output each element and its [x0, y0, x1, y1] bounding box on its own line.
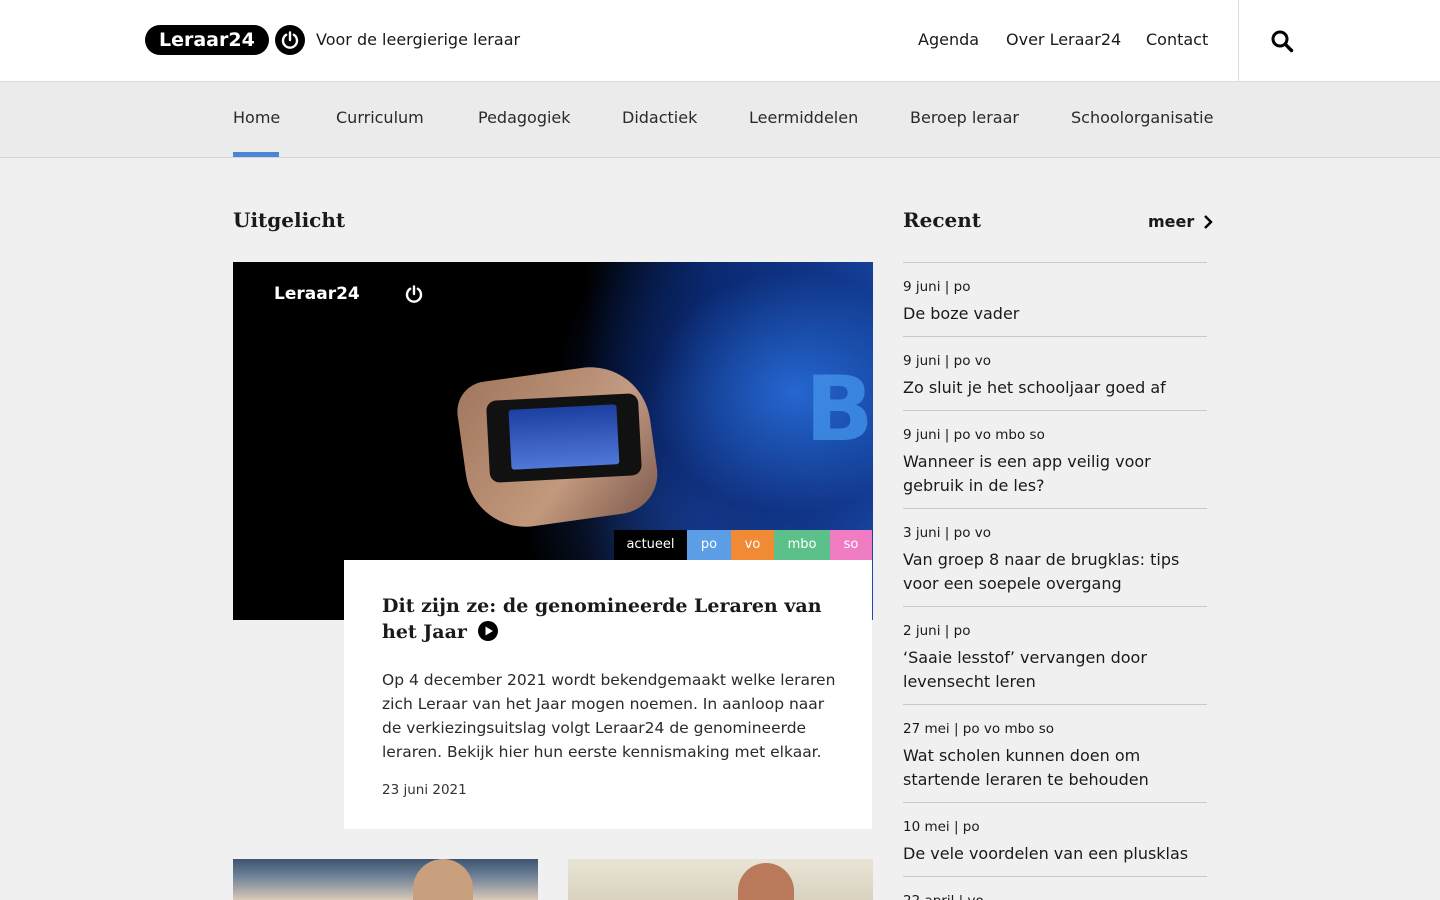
- recent-item-meta: 9 juni | po vo mbo so: [903, 427, 1045, 443]
- search-button[interactable]: [1238, 0, 1324, 82]
- site-logo[interactable]: Leraar24: [145, 25, 305, 55]
- main-nav: Home Curriculum Pedagogiek Didactiek Lee…: [0, 82, 1440, 158]
- recent-list: 9 juni | po De boze vader 9 juni | po vo…: [903, 262, 1207, 900]
- tag-mbo[interactable]: mbo: [774, 530, 830, 560]
- power-icon: [405, 285, 422, 303]
- featured-title[interactable]: Dit zijn ze: de genomineerde Leraren van…: [382, 593, 832, 645]
- article-thumbnail[interactable]: [568, 859, 873, 900]
- recent-item-meta: 10 mei | po: [903, 819, 980, 835]
- nav-beroep-leraar[interactable]: Beroep leraar: [910, 108, 1019, 127]
- recent-item[interactable]: 2 juni | po ‘Saaie lesstof’ vervangen do…: [903, 606, 1207, 704]
- topnav-agenda[interactable]: Agenda: [918, 30, 979, 49]
- recent-item[interactable]: 9 juni | po De boze vader: [903, 262, 1207, 336]
- recent-item-title[interactable]: Van groep 8 naar de brugklas: tips voor …: [903, 548, 1207, 596]
- featured-body: Op 4 december 2021 wordt bekendgemaakt w…: [382, 671, 836, 761]
- recent-item[interactable]: 10 mei | po De vele voordelen van een pl…: [903, 802, 1207, 876]
- more-label: meer: [1148, 212, 1195, 231]
- chevron-right-icon: [1204, 214, 1213, 229]
- hero-phone: [485, 393, 643, 483]
- recent-item-title[interactable]: De boze vader: [903, 302, 1207, 326]
- recent-item[interactable]: 27 mei | po vo mbo so Wat scholen kunnen…: [903, 704, 1207, 802]
- tag-po[interactable]: po: [687, 530, 731, 560]
- search-icon: [1271, 30, 1293, 53]
- recent-item[interactable]: 9 juni | po vo mbo so Wanneer is een app…: [903, 410, 1207, 508]
- nav-pedagogiek[interactable]: Pedagogiek: [478, 108, 571, 127]
- article-thumbnail[interactable]: [233, 859, 538, 900]
- recent-item-title[interactable]: Wanneer is een app veilig voor gebruik i…: [903, 450, 1207, 498]
- more-link[interactable]: meer: [1148, 212, 1216, 231]
- site-tagline: Voor de leergierige leraar: [316, 30, 521, 49]
- hero-phone-screen: [508, 404, 620, 470]
- recent-item[interactable]: 22 april | vo: [903, 876, 1207, 900]
- recent-item-meta: 9 juni | po vo: [903, 353, 991, 369]
- nav-home[interactable]: Home: [233, 108, 280, 127]
- topnav-over[interactable]: Over Leraar24: [1006, 30, 1121, 49]
- hero-decoration: B: [805, 357, 873, 462]
- featured-tags: actueel po vo mbo so: [614, 530, 872, 560]
- play-circle-icon: [477, 621, 498, 641]
- logo-text: Leraar24: [145, 25, 269, 55]
- featured-date: 23 juni 2021: [382, 782, 467, 798]
- recent-item-meta: 27 mei | po vo mbo so: [903, 721, 1055, 737]
- power-icon: [274, 25, 305, 55]
- recent-item-title[interactable]: Wat scholen kunnen doen om startende ler…: [903, 744, 1207, 792]
- recent-item[interactable]: 9 juni | po vo Zo sluit je het schooljaa…: [903, 336, 1207, 410]
- recent-item-title[interactable]: ‘Saaie lesstof’ vervangen door levensech…: [903, 646, 1207, 694]
- thumbnail-figure: [413, 859, 473, 900]
- topnav-contact[interactable]: Contact: [1146, 30, 1208, 49]
- featured-heading: Uitgelicht: [233, 208, 346, 232]
- nav-didactiek[interactable]: Didactiek: [622, 108, 697, 127]
- tag-so[interactable]: so: [830, 530, 872, 560]
- recent-item-title[interactable]: De vele voordelen van een plusklas: [903, 842, 1207, 866]
- recent-item-title[interactable]: Zo sluit je het schooljaar goed af: [903, 376, 1207, 400]
- nav-leermiddelen[interactable]: Leermiddelen: [749, 108, 858, 127]
- nav-curriculum[interactable]: Curriculum: [336, 108, 424, 127]
- thumbnail-figure: [738, 863, 794, 900]
- recent-item-meta: 22 april | vo: [903, 892, 1207, 900]
- tag-actueel[interactable]: actueel: [614, 530, 687, 560]
- recent-item[interactable]: 3 juni | po vo Van groep 8 naar de brugk…: [903, 508, 1207, 606]
- recent-heading: Recent: [903, 208, 982, 232]
- nav-active-indicator: [233, 152, 279, 157]
- site-header: Leraar24 Voor de leergierige leraar Agen…: [0, 0, 1440, 82]
- featured-card[interactable]: Dit zijn ze: de genomineerde Leraren van…: [344, 560, 872, 829]
- recent-item-meta: 9 juni | po: [903, 279, 971, 295]
- nav-schoolorganisatie[interactable]: Schoolorganisatie: [1071, 108, 1213, 127]
- hero-logo-text: Leraar24: [274, 284, 360, 304]
- recent-item-meta: 3 juni | po vo: [903, 525, 991, 541]
- hero-logo: Leraar24: [274, 284, 424, 304]
- recent-item-meta: 2 juni | po: [903, 623, 971, 639]
- tag-vo[interactable]: vo: [731, 530, 774, 560]
- featured-title-text: Dit zijn ze: de genomineerde Leraren van…: [382, 595, 822, 643]
